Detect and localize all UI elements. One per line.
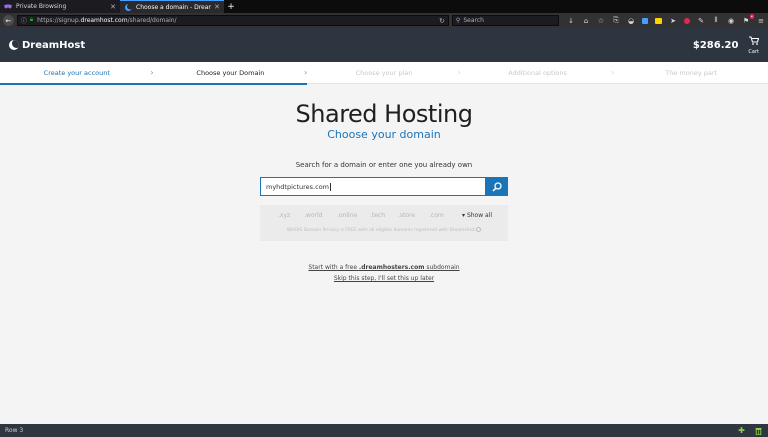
tld-option[interactable]: .world [304,212,322,219]
cart-button[interactable]: Cart [748,35,759,55]
pocket-icon[interactable]: ◒ [627,17,635,25]
domain-search-input[interactable]: myhdtpictures.com [260,177,486,196]
menu-icon[interactable]: ≡ [757,17,765,25]
tld-suggestions-panel: .xyz .world .online .tech .store .com ▾ … [260,205,508,241]
help-icon[interactable] [476,227,482,232]
tab-label: Choose a domain - DreamHos [136,3,211,11]
info-icon[interactable]: ⓘ [21,16,27,25]
tld-option[interactable]: .com [429,212,444,219]
chevron-down-icon: ▾ [462,212,466,219]
privacy-note: WHOIS Domain Privacy is FREE with all el… [260,227,508,233]
free-link-suffix: subdomain [424,264,460,271]
search-placeholder: Search [463,17,484,24]
extension-blue-icon[interactable] [642,17,648,24]
notification-badge: • [749,13,754,19]
status-bar: Row 3 ✚ [0,424,768,437]
search-icon: ⚲ [455,17,461,24]
browser-tab-strip: Private Browsing ✕ Choose a domain - Dre… [0,0,768,13]
free-link-prefix: Start with a free [308,264,359,271]
library-icon[interactable]: ⎘ [612,16,620,25]
step-create-account[interactable]: Create your account › [0,68,154,77]
tld-option[interactable]: .online [337,212,357,219]
text-caret [330,182,332,191]
signup-steps: Create your account › Choose your Domain… [0,62,768,84]
step-label: Create your account [43,68,110,77]
domain-input-value: myhdtpictures.com [266,182,330,191]
extension-red-icon[interactable] [684,17,690,24]
brand-name: DreamHost [22,39,86,51]
browser-toolbar: ↓ ⌂ ☆ ⎘ ◒ ➤ ✎ ⫴ ◉ ⚑ • ≡ [567,13,765,25]
step-choose-domain: Choose your Domain › [154,68,307,77]
home-icon[interactable]: ⌂ [582,17,590,25]
cart-label: Cart [748,48,759,55]
tab-private-browsing[interactable]: Private Browsing ✕ [0,0,120,13]
browser-nav-bar: ← ⓘ 🔒︎ https://signup.dreamhost.com/shar… [0,13,768,28]
step-money-part: The money part [614,69,768,77]
reload-icon[interactable]: ↻ [439,17,445,25]
sync-icon[interactable]: ◉ [727,17,735,25]
tld-option[interactable]: .store [398,212,415,219]
search-bar[interactable]: ⚲ Search [451,15,559,26]
search-icon [492,177,502,196]
tld-option[interactable]: .xyz [278,212,290,219]
show-all-button[interactable]: ▾ Show all [462,212,492,219]
step-progress-bar [0,83,307,85]
cart-total: $286.20 [692,39,739,51]
tab-choose-domain[interactable]: Choose a domain - DreamHos ✕ [120,0,224,13]
step-label: Choose your plan [355,68,413,77]
step-label: The money part [665,68,718,77]
status-text: Row 3 [5,427,24,434]
brand-logo[interactable]: DreamHost [9,40,85,51]
arrow-left-icon: ← [5,16,12,25]
lock-icon: 🔒︎ [29,16,34,23]
url-prefix: https://signup. [37,17,81,24]
new-tab-button[interactable]: + [224,0,238,13]
dreamhost-favicon-icon [124,3,132,11]
folder-icon[interactable] [655,17,662,24]
extension-bars-icon[interactable]: ⫴ [712,16,720,25]
url-bar[interactable]: ⓘ 🔒︎ https://signup.dreamhost.com/shared… [16,15,449,26]
search-prompt: Search for a domain or enter one you alr… [295,161,473,169]
notification-icon[interactable]: ⚑ • [742,13,754,25]
download-icon[interactable]: ↓ [567,17,575,25]
close-icon[interactable]: ✕ [214,3,220,11]
tld-list: .xyz .world .online .tech .store .com ▾ … [260,212,508,220]
mask-icon [4,3,12,11]
dreamhost-logo-icon [9,40,19,50]
back-button[interactable]: ← [3,15,14,26]
site-header: DreamHost $286.20 Cart [0,28,768,62]
step-additional-options: Additional options › [461,68,614,77]
free-link-domain: .dreamhosters.com [358,264,425,271]
close-icon[interactable]: ✕ [110,3,116,11]
tld-option[interactable]: .tech [370,212,385,219]
step-choose-plan: Choose your plan › [307,68,461,77]
url-path: /shared/domain/ [127,17,177,24]
tab-label: Private Browsing [16,3,67,10]
skip-step-link[interactable]: Skip this step, I'll set this up later [0,275,768,282]
step-label: Additional options [508,68,567,77]
add-icon[interactable]: ✚ [737,426,746,435]
show-all-label: Show all [466,212,493,219]
free-subdomain-link[interactable]: Start with a free .dreamhosters.com subd… [0,264,768,271]
step-label: Choose your Domain [196,68,265,77]
page-subtitle: Choose your domain [327,128,441,141]
privacy-note-text: WHOIS Domain Privacy is FREE with all el… [286,228,475,233]
domain-search-button[interactable] [486,177,508,196]
shopping-cart-icon [748,35,759,48]
page-title: Shared Hosting [295,100,473,128]
trash-icon[interactable] [754,426,763,435]
bookmark-star-icon[interactable]: ☆ [597,17,605,25]
url-domain: dreamhost.com [80,17,128,24]
extension-pen-icon[interactable]: ✎ [697,17,705,25]
arrow-icon[interactable]: ➤ [669,17,677,25]
